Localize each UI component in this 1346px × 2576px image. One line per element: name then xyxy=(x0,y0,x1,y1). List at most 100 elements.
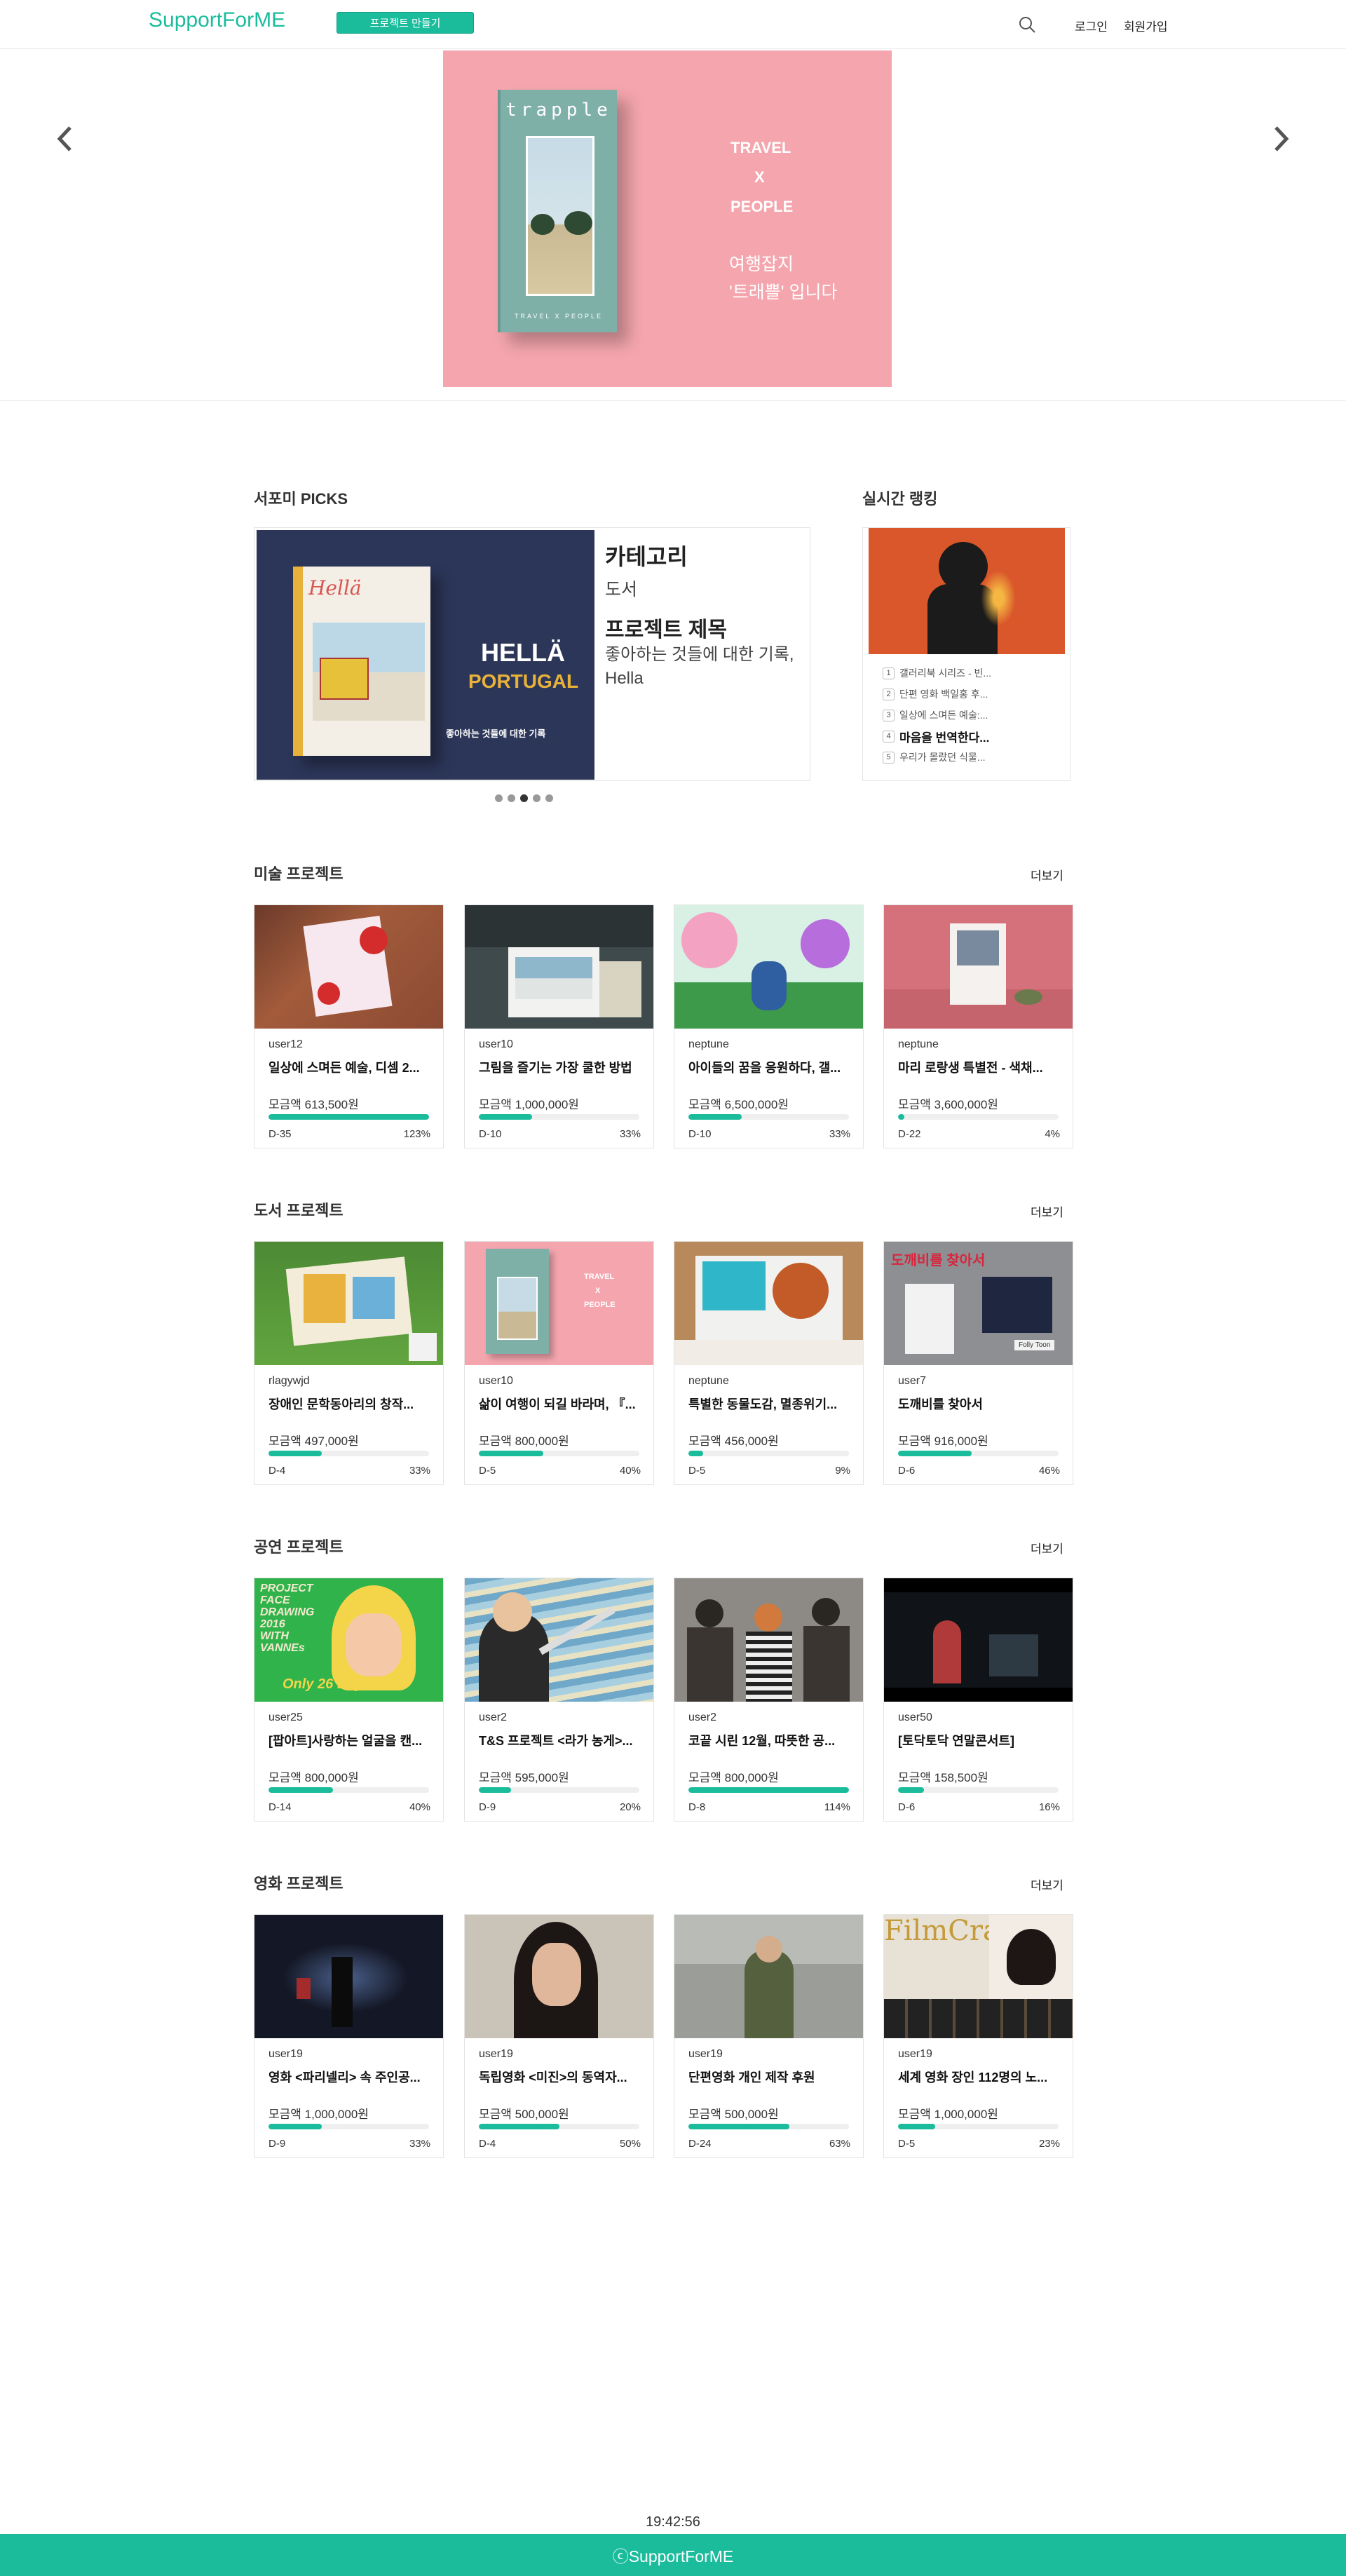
project-dday: D-6 xyxy=(898,1465,916,1477)
project-card[interactable]: FilmCraft user19 세계 영화 장인 112명의 노... 모금액… xyxy=(883,1914,1073,2158)
project-dday: D-9 xyxy=(268,2138,286,2150)
project-thumbnail xyxy=(674,1578,863,1702)
picks-project-heading: 프로젝트 제목 xyxy=(605,618,727,642)
project-amount: 모금액 6,500,000원 xyxy=(688,1098,789,1111)
project-card[interactable]: user12 일상에 스며든 예술, 디셈 2... 모금액 613,500원 … xyxy=(254,904,444,1148)
progress-fill xyxy=(688,2124,790,2129)
project-card[interactable]: user2 T&S 프로젝트 <라가 농게>... 모금액 595,000원 D… xyxy=(464,1578,654,1822)
book-cover: trapple TRAVEL X PEOPLE xyxy=(498,90,617,332)
project-percent: 23% xyxy=(1038,2138,1060,2150)
progress-fill xyxy=(479,1787,511,1793)
project-percent: 33% xyxy=(619,1128,641,1140)
project-dday: D-4 xyxy=(479,2138,496,2150)
project-card[interactable]: user10 그림을 즐기는 가장 쿨한 방법 모금액 1,000,000원 D… xyxy=(464,904,654,1148)
book-photo xyxy=(526,136,594,296)
ranking-item[interactable]: 3 일상에 스며든 예술:... xyxy=(883,705,1065,726)
project-dday: D-4 xyxy=(268,1465,286,1477)
picks-card[interactable]: Hellä HELLÄ PORTUGAL 좋아하는 것들에 대한 기록 카테고리… xyxy=(254,527,810,781)
progress-bar xyxy=(688,1114,849,1120)
progress-bar xyxy=(268,1114,429,1120)
project-dday: D-22 xyxy=(898,1128,921,1140)
carousel-next-button[interactable] xyxy=(1267,111,1296,167)
make-project-button[interactable]: 프로젝트 만들기 xyxy=(336,12,474,34)
progress-fill xyxy=(688,1114,742,1120)
picks-image-sub: PORTUGAL xyxy=(468,670,579,692)
pagination-dot[interactable] xyxy=(508,794,515,802)
progress-bar xyxy=(268,1451,429,1456)
project-card[interactable]: TRAVEL X PEOPLE user10 삶이 여행이 되길 바라며, 『.… xyxy=(464,1241,654,1485)
picks-image-caption: 좋아하는 것들에 대한 기록 xyxy=(446,728,546,739)
ranking-image[interactable] xyxy=(869,528,1065,654)
pagination-dot[interactable] xyxy=(533,794,541,802)
project-user: user2 xyxy=(688,1711,717,1723)
project-amount: 모금액 800,000원 xyxy=(688,1771,779,1784)
project-user: user2 xyxy=(479,1711,508,1723)
progress-bar xyxy=(479,2124,639,2129)
carousel-prev-button[interactable] xyxy=(50,111,79,167)
project-thumbnail xyxy=(254,905,443,1029)
ranking-title: 실시간 랭킹 xyxy=(862,490,938,508)
progress-bar xyxy=(688,2124,849,2129)
project-amount: 모금액 1,000,000원 xyxy=(479,1098,579,1111)
project-dday: D-5 xyxy=(479,1465,496,1477)
more-link-books[interactable]: 더보기 xyxy=(1031,1202,1063,1220)
project-percent: 33% xyxy=(409,2138,430,2150)
signup-link[interactable]: 회원가입 xyxy=(1124,17,1168,34)
logo[interactable]: SupportForME xyxy=(149,8,285,32)
pagination-dot[interactable] xyxy=(495,794,503,802)
project-dday: D-24 xyxy=(688,2138,712,2150)
project-card[interactable]: neptune 아이들의 꿈을 응원하다, 갤... 모금액 6,500,000… xyxy=(674,904,864,1148)
pagination-dot[interactable] xyxy=(545,794,553,802)
project-card[interactable]: 도깨비를 찾아서 Folly Toon user7 도깨비를 찾아서 모금액 9… xyxy=(883,1241,1073,1485)
picks-category-heading: 카테고리 xyxy=(605,544,688,569)
ranking-item[interactable]: 2 단편 영화 백일홍 후... xyxy=(883,684,1065,705)
project-amount: 모금액 3,600,000원 xyxy=(898,1098,998,1111)
project-title: [토닥토닥 연말콘서트] xyxy=(898,1734,1015,1748)
project-user: user19 xyxy=(688,2048,723,2060)
progress-bar xyxy=(268,1787,429,1793)
project-user: user25 xyxy=(268,1711,303,1723)
section-title-books: 도서 프로젝트 xyxy=(254,1202,344,1219)
picks-project-desc: 좋아하는 것들에 대한 기록, Hella xyxy=(605,645,794,688)
project-title: 특별한 동물도감, 멸종위기... xyxy=(688,1397,838,1411)
project-percent: 16% xyxy=(1038,1801,1060,1813)
project-percent: 46% xyxy=(1038,1465,1060,1477)
ranking-item-active[interactable]: 4 마음을 번역한다... xyxy=(883,726,1065,747)
pagination-dot-active[interactable] xyxy=(520,794,528,802)
progress-fill xyxy=(688,1787,849,1793)
banner-image[interactable]: trapple TRAVEL X PEOPLE TRAVEL X PEOPLE … xyxy=(443,50,892,387)
ranking-item[interactable]: 5 우리가 몰랐던 식물... xyxy=(883,747,1065,768)
poster-text: PROJECT FACE DRAWING 2016 WITH VANNEs xyxy=(260,1582,315,1654)
project-user: user19 xyxy=(479,2048,513,2060)
more-link-performance[interactable]: 더보기 xyxy=(1031,1539,1063,1557)
ranking-item[interactable]: 1 갤러리북 시리즈 - 빈... xyxy=(883,663,1065,684)
project-card[interactable]: neptune 특별한 동물도감, 멸종위기... 모금액 456,000원 D… xyxy=(674,1241,864,1485)
project-percent: 9% xyxy=(835,1465,850,1477)
project-card[interactable]: PROJECT FACE DRAWING 2016 WITH VANNEs On… xyxy=(254,1578,444,1822)
login-link[interactable]: 로그인 xyxy=(1075,17,1108,34)
picks-pagination xyxy=(495,794,553,802)
project-card[interactable]: user2 코끝 시린 12월, 따뜻한 공... 모금액 800,000원 D… xyxy=(674,1578,864,1822)
project-card[interactable]: user50 [토닥토닥 연말콘서트] 모금액 158,500원 D-6 16% xyxy=(883,1578,1073,1822)
project-dday: D-14 xyxy=(268,1801,292,1813)
search-icon[interactable] xyxy=(1018,15,1036,34)
project-card[interactable]: rlagywjd 장애인 문학동아리의 창작... 모금액 497,000원 D… xyxy=(254,1241,444,1485)
project-user: rlagywjd xyxy=(268,1375,310,1387)
project-dday: D-35 xyxy=(268,1128,292,1140)
progress-fill xyxy=(479,2124,559,2129)
chevron-right-icon xyxy=(1274,126,1289,151)
progress-fill xyxy=(268,2124,322,2129)
project-card[interactable]: user19 단편영화 개인 제작 후원 모금액 500,000원 D-24 6… xyxy=(674,1914,864,2158)
project-card[interactable]: user19 독립영화 <미진>의 동역자... 모금액 500,000원 D-… xyxy=(464,1914,654,2158)
mini-banner-text: TRAVEL X PEOPLE xyxy=(584,1273,616,1309)
ranking-list: 1 갤러리북 시리즈 - 빈... 2 단편 영화 백일홍 후... 3 일상에 스며… xyxy=(883,663,1065,768)
project-card[interactable]: user19 영화 <파리넬리> 속 주인공... 모금액 1,000,000원… xyxy=(254,1914,444,2158)
progress-bar xyxy=(688,1451,849,1456)
project-amount: 모금액 1,000,000원 xyxy=(898,2108,998,2121)
project-title: 도깨비를 찾아서 xyxy=(898,1397,983,1411)
project-dday: D-5 xyxy=(688,1465,706,1477)
more-link-movies[interactable]: 더보기 xyxy=(1031,1876,1063,1893)
picks-image-title: HELLÄ xyxy=(481,638,565,667)
more-link-art[interactable]: 더보기 xyxy=(1031,866,1063,883)
project-card[interactable]: neptune 마리 로랑생 특별전 - 색채... 모금액 3,600,000… xyxy=(883,904,1073,1148)
